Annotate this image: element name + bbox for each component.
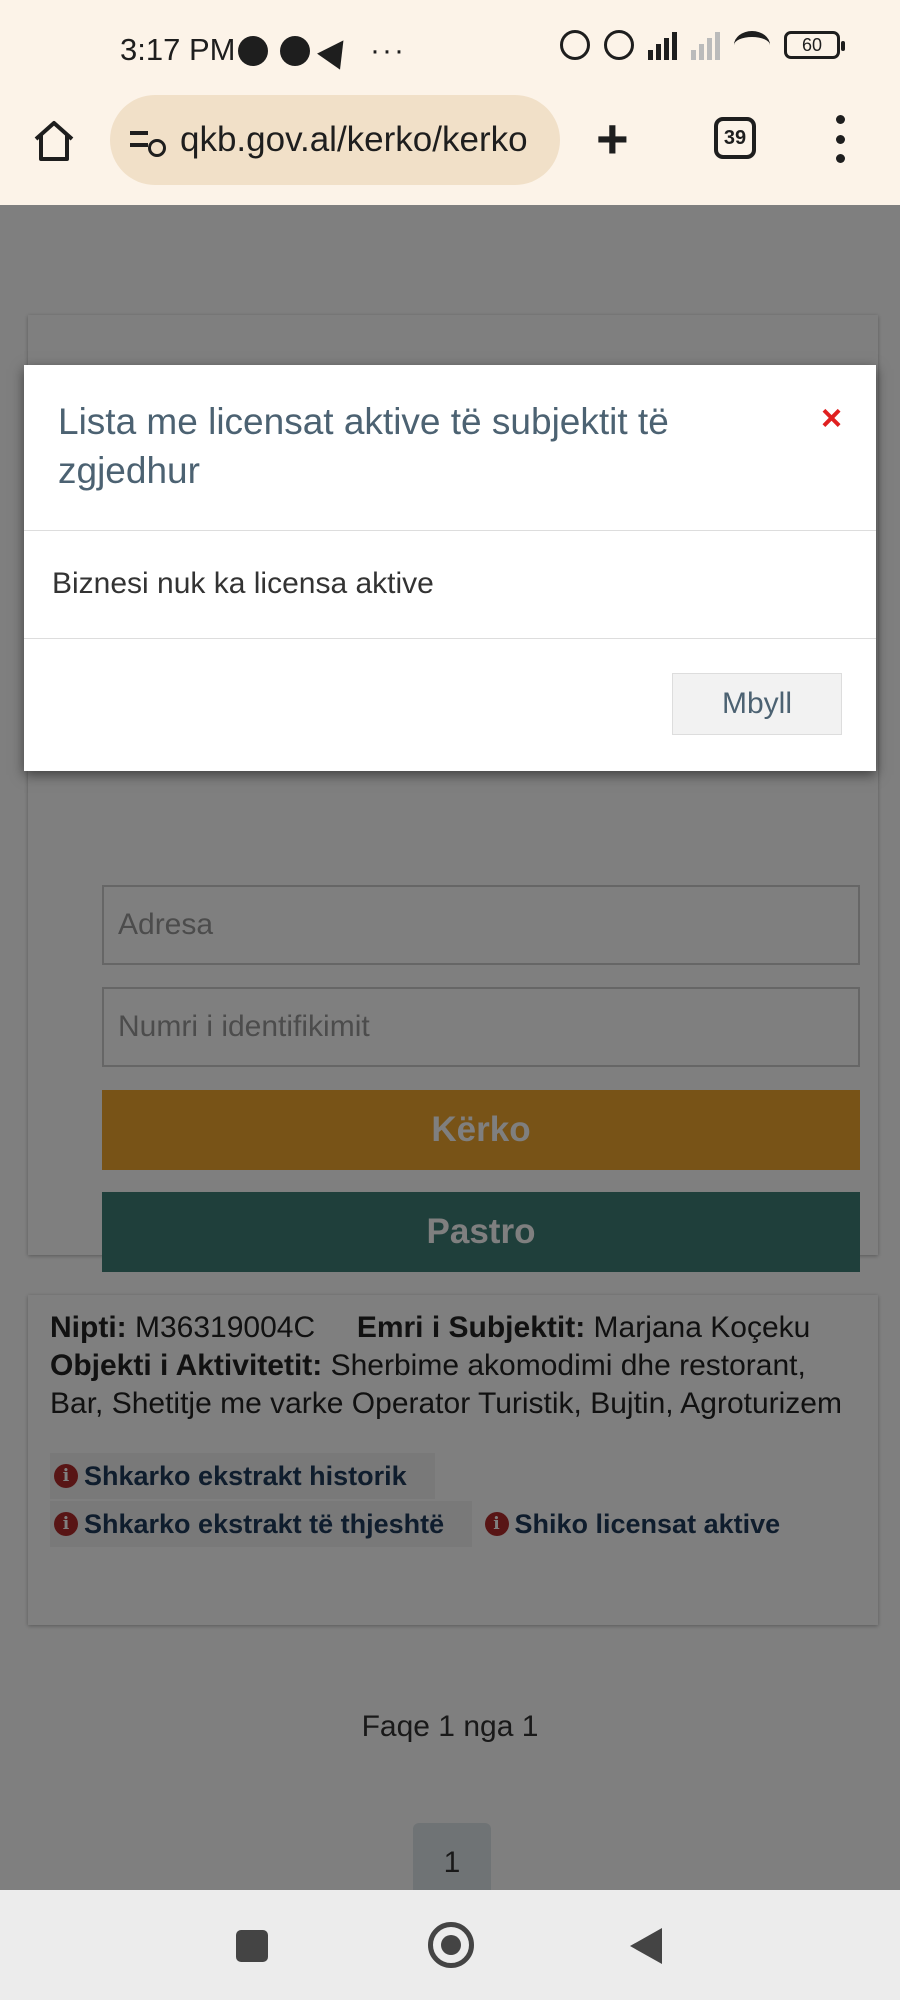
telegram-icon [317, 32, 355, 70]
browser-toolbar: qkb.gov.al/kerko/kerko + 39 [0, 95, 900, 205]
notification-icons: ··· [238, 32, 406, 70]
more-notifications-icon: ··· [370, 34, 406, 67]
status-time: 3:17 PM [120, 32, 236, 67]
mute-icon [560, 30, 590, 60]
tab-switcher-button[interactable]: 39 [714, 117, 756, 159]
close-button[interactable]: Mbyll [672, 673, 842, 735]
alarm-icon [604, 30, 634, 60]
messenger-icon [280, 36, 310, 66]
modal-title: Lista me licensat aktive të subjektit të… [58, 401, 669, 491]
close-icon[interactable]: × [821, 397, 842, 439]
address-bar[interactable]: qkb.gov.al/kerko/kerko [110, 95, 560, 185]
messenger-icon [238, 36, 268, 66]
navigation-bar [0, 1890, 900, 2000]
back-icon[interactable] [630, 1928, 662, 1964]
signal-icon [648, 30, 677, 60]
site-settings-icon[interactable] [130, 125, 166, 157]
modal-header: Lista me licensat aktive të subjektit të… [24, 365, 876, 531]
battery-icon: 60 [784, 31, 845, 59]
home-nav-icon[interactable] [428, 1922, 474, 1968]
wifi-icon [734, 31, 770, 59]
modal-footer: Mbyll [24, 639, 876, 769]
status-bar: 3:17 PM ··· 60 [0, 0, 900, 95]
system-icons: 60 [560, 30, 845, 60]
home-icon[interactable] [30, 117, 78, 165]
signal-icon-2 [691, 30, 720, 60]
url-text[interactable]: qkb.gov.al/kerko/kerko [180, 120, 528, 160]
browser-menu-icon[interactable] [836, 115, 846, 163]
new-tab-icon[interactable]: + [596, 111, 629, 167]
modal-body: Biznesi nuk ka licensa aktive [24, 531, 876, 639]
recents-icon[interactable] [236, 1930, 268, 1962]
licenses-modal: Lista me licensat aktive të subjektit të… [24, 365, 876, 771]
